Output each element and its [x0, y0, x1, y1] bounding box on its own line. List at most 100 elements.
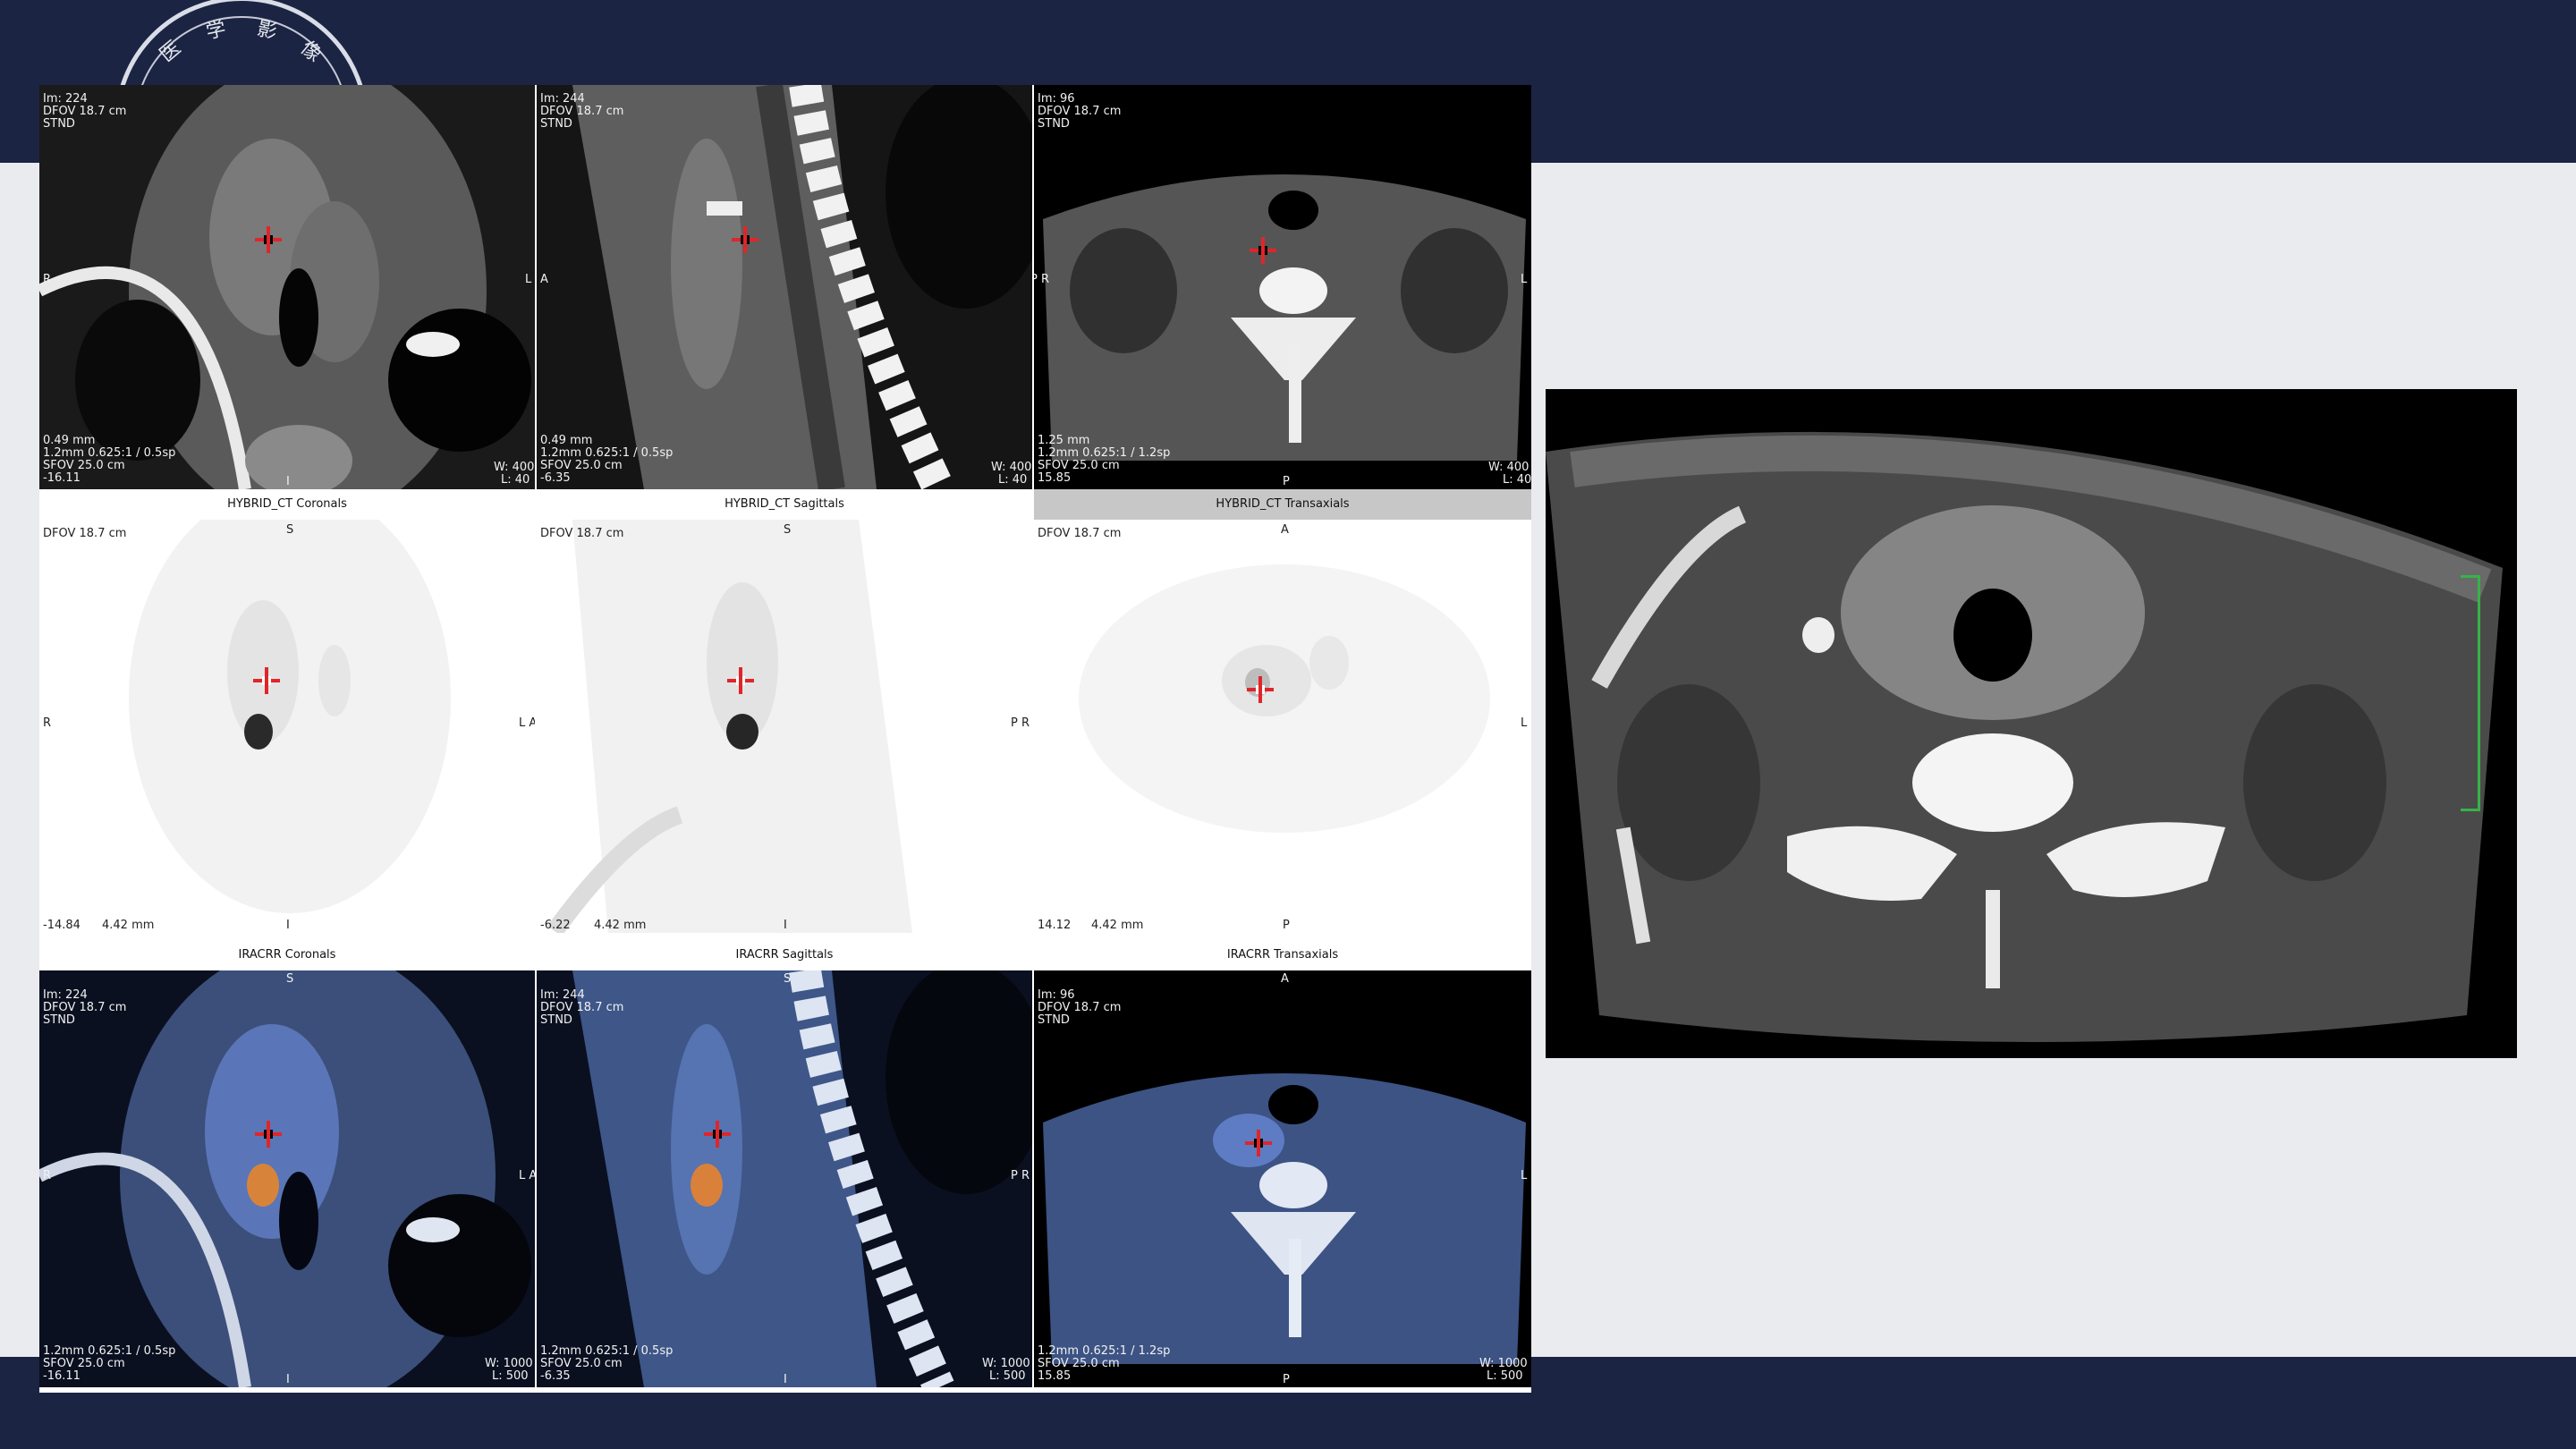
fusion-sagittal-viewport[interactable]: S Im: 244 DFOV 18.7 cm STND P R 1.2mm 0.…	[537, 970, 1032, 1387]
kernel-label: STND	[540, 117, 572, 131]
viewport-header[interactable]: HYBRID_CT Coronals	[39, 489, 535, 520]
dfov-label: DFOV 18.7 cm	[1038, 1001, 1122, 1014]
window-level: L: 40	[1503, 473, 1531, 487]
crosshair-cursor[interactable]	[1245, 1130, 1272, 1157]
ct-axial-enlarged-image	[1546, 389, 2517, 1058]
dfov-label: DFOV 18.7 cm	[540, 527, 624, 540]
measurement-scale-bar	[2458, 575, 2480, 811]
recon-label: 1.2mm 0.625:1 / 0.5sp	[43, 1344, 176, 1358]
orientation-marker-bottom: P	[1283, 1373, 1290, 1386]
dfov-label: DFOV 18.7 cm	[43, 527, 127, 540]
position-label: 14.12	[1038, 919, 1072, 932]
orientation-marker-bottom: P	[1283, 475, 1290, 488]
image-number: Im: 96	[1038, 988, 1075, 1002]
pet-ct-viewer-grid: Im: 224 DFOV 18.7 cm STND R L 0.49 mm 1.…	[39, 85, 1531, 1393]
crosshair-cursor[interactable]	[253, 667, 280, 694]
orientation-marker-right: L	[1521, 1169, 1528, 1182]
position-label: -6.35	[540, 1369, 571, 1383]
orientation-marker-right: L	[1521, 716, 1528, 730]
window-level: L: 40	[501, 473, 530, 487]
orientation-marker-bottom: P	[1283, 919, 1290, 932]
orientation-marker-left: R	[43, 716, 52, 730]
ct-transaxial-viewport[interactable]: Im: 96 DFOV 18.7 cm STND P R L 1.25 mm 1…	[1034, 85, 1531, 489]
window-width: W: 1000	[982, 1357, 1030, 1370]
orientation-marker-bottom: I	[784, 1373, 787, 1386]
orientation-marker-bottom: I	[784, 919, 787, 932]
window-width: W: 400	[991, 461, 1032, 474]
pet-coronal-image	[129, 520, 451, 913]
dfov-label: DFOV 18.7 cm	[1038, 105, 1122, 118]
pet-coronal-viewport[interactable]: S DFOV 18.7 cm R L A -14.84 4.42 mm I	[39, 520, 535, 933]
viewport-header-active[interactable]: HYBRID_CT Transaxials	[1034, 489, 1531, 520]
orientation-marker-left: R	[43, 273, 52, 286]
orientation-marker-right: P R	[1011, 1169, 1030, 1182]
orientation-marker-bottom: I	[286, 475, 290, 488]
pet-transaxial-viewport[interactable]: A DFOV 18.7 cm L 14.12 4.42 mm P	[1034, 520, 1531, 933]
dfov-label: DFOV 18.7 cm	[1038, 527, 1122, 540]
window-width: W: 1000	[485, 1357, 533, 1370]
orientation-marker-bottom: I	[286, 1373, 290, 1386]
sfov-label: SFOV 25.0 cm	[1038, 459, 1120, 472]
viewport-header[interactable]: IRACRR Transaxials	[1034, 940, 1531, 970]
crosshair-cursor[interactable]	[255, 226, 282, 253]
ct-transaxial-image	[1034, 85, 1531, 489]
orientation-marker-top: A	[1281, 972, 1289, 986]
window-level: L: 500	[492, 1369, 529, 1383]
viewport-header[interactable]: IRACRR Sagittals	[537, 940, 1032, 970]
kernel-label: STND	[540, 1013, 572, 1027]
crosshair-cursor[interactable]	[255, 1121, 282, 1148]
orientation-marker-top: A	[1281, 523, 1289, 537]
window-width: W: 1000	[1479, 1357, 1528, 1370]
ct-coronal-viewport[interactable]: Im: 224 DFOV 18.7 cm STND R L 0.49 mm 1.…	[39, 85, 535, 489]
ct-sagittal-image	[537, 85, 1032, 489]
recon-label: 1.2mm 0.625:1 / 1.2sp	[1038, 1344, 1171, 1358]
orientation-marker-left: P R	[1034, 273, 1050, 286]
viewport-header[interactable]: IRACRR Coronals	[39, 940, 535, 970]
orientation-marker-top: S	[784, 972, 792, 986]
slice-thickness-label: 4.42 mm	[594, 919, 647, 932]
fusion-transaxial-viewport[interactable]: A Im: 96 DFOV 18.7 cm STND L 1.2mm 0.625…	[1034, 970, 1531, 1387]
crosshair-cursor[interactable]	[732, 226, 758, 253]
recon-label: 1.2mm 0.625:1 / 0.5sp	[540, 1344, 674, 1358]
orientation-marker-top: S	[784, 523, 792, 537]
position-label: 15.85	[1038, 1369, 1072, 1383]
pet-sagittal-viewport[interactable]: S DFOV 18.7 cm P R -6.22 4.42 mm I	[537, 520, 1032, 933]
kernel-label: STND	[1038, 1013, 1070, 1027]
orientation-marker-right: P R	[1011, 716, 1030, 730]
image-number: Im: 224	[43, 92, 88, 106]
ct-coronal-image	[39, 85, 535, 489]
sfov-label: SFOV 25.0 cm	[43, 1357, 125, 1370]
sfov-label: SFOV 25.0 cm	[540, 459, 623, 472]
thickness-label: 0.49 mm	[43, 434, 96, 447]
orientation-marker-bottom: I	[286, 919, 290, 932]
position-label: -16.11	[43, 471, 80, 485]
window-level: L: 500	[989, 1369, 1026, 1383]
ct-axial-enlarged-view[interactable]	[1546, 389, 2517, 1058]
position-label: -6.35	[540, 471, 571, 485]
crosshair-cursor[interactable]	[727, 667, 754, 694]
dfov-label: DFOV 18.7 cm	[43, 105, 127, 118]
window-level: L: 500	[1487, 1369, 1523, 1383]
sfov-label: SFOV 25.0 cm	[43, 459, 125, 472]
thickness-label: 0.49 mm	[540, 434, 593, 447]
kernel-label: STND	[1038, 117, 1070, 131]
recon-label: 1.2mm 0.625:1 / 0.5sp	[43, 446, 176, 460]
image-number: Im: 96	[1038, 92, 1075, 106]
fusion-coronal-image	[39, 970, 535, 1387]
orientation-marker-top: S	[286, 972, 294, 986]
viewport-header[interactable]: HYBRID_CT Sagittals	[537, 489, 1032, 520]
crosshair-cursor[interactable]	[1250, 237, 1276, 264]
window-width: W: 400	[494, 461, 535, 474]
crosshair-cursor[interactable]	[1247, 676, 1274, 703]
pet-transaxial-image	[1079, 564, 1490, 833]
image-number: Im: 244	[540, 92, 585, 106]
fusion-sagittal-image	[537, 970, 1032, 1387]
ct-sagittal-viewport[interactable]: Im: 244 DFOV 18.7 cm STND A 0.49 mm 1.2m…	[537, 85, 1032, 489]
orientation-marker-right: L	[525, 273, 532, 286]
kernel-label: STND	[43, 117, 75, 131]
fusion-coronal-viewport[interactable]: S Im: 224 DFOV 18.7 cm STND R L A 1.2mm …	[39, 970, 535, 1387]
position-label: -16.11	[43, 1369, 80, 1383]
window-level: L: 40	[998, 473, 1028, 487]
crosshair-cursor[interactable]	[704, 1121, 731, 1148]
kernel-label: STND	[43, 1013, 75, 1027]
